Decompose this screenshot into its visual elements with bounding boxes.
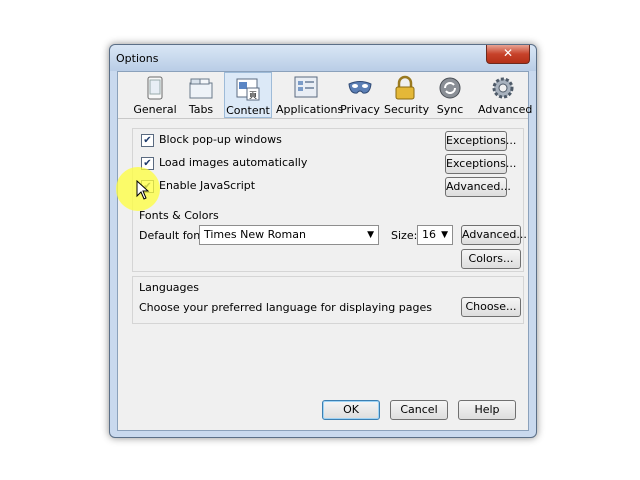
padlock-icon [395,75,415,100]
default-font-label: Default font: [139,229,209,242]
close-button[interactable]: ✕ [486,45,530,64]
window-title: Options [116,52,159,65]
enable-javascript-row: ✔ Enable JavaScript [141,179,441,195]
ok-button[interactable]: OK [322,400,380,420]
block-popups-label[interactable]: Block pop-up windows [159,133,282,146]
tabs-icon [189,78,213,99]
size-label: Size: [391,229,418,242]
block-popups-checkbox[interactable]: ✔ [141,134,154,147]
sync-icon [439,77,461,99]
applications-icon [294,76,318,98]
block-popups-row: ✔ Block pop-up windows [141,133,441,149]
tab-sync-label: Sync [436,103,464,116]
general-icon [147,76,163,100]
tab-advanced[interactable]: Advanced [478,72,533,118]
languages-heading: Languages [139,281,200,294]
chevron-down-icon: ▼ [367,230,374,240]
tab-general-label: General [133,103,177,116]
tab-tabs[interactable]: Tabs [180,72,222,118]
options-toolbar: General Tabs 頁 Content Applications Priv… [118,72,533,119]
load-images-row: ✔ Load images automatically [141,156,441,172]
default-font-value: Times New Roman [204,228,306,241]
tab-content[interactable]: 頁 Content [224,72,272,118]
tab-general[interactable]: General [126,72,184,118]
gear-icon [492,77,514,99]
dialog-client-area: General Tabs 頁 Content Applications Priv… [117,71,533,431]
enable-javascript-label[interactable]: Enable JavaScript [159,179,255,192]
tab-privacy[interactable]: Privacy [340,72,380,118]
font-size-value: 16 [422,228,436,241]
tab-applications-label: Applications [276,103,344,116]
tab-sync[interactable]: Sync [432,72,468,118]
fonts-colors-heading: Fonts & Colors [139,209,219,222]
font-size-select[interactable]: 16 ▼ [417,225,453,245]
tab-security[interactable]: Security [384,72,430,118]
title-bar[interactable]: Options ✕ [110,45,536,71]
privacy-mask-icon [348,81,372,94]
options-dialog: Options ✕ General Tabs 頁 Content Applica… [109,44,537,438]
chevron-down-icon: ▼ [441,230,448,240]
popup-exceptions-button[interactable]: Exceptions... [445,131,516,151]
load-images-label[interactable]: Load images automatically [159,156,307,169]
tab-advanced-label: Advanced [478,103,533,116]
languages-group: Languages Choose your preferred language… [132,276,524,324]
fonts-advanced-button[interactable]: Advanced... [461,225,527,245]
content-settings-group: ✔ Block pop-up windows Exceptions... ✔ L… [132,128,527,272]
choose-language-button[interactable]: Choose... [461,297,521,317]
mouse-pointer-icon [136,180,150,200]
languages-description: Choose your preferred language for displ… [139,301,432,314]
javascript-advanced-button[interactable]: Advanced... [445,177,511,197]
colors-button[interactable]: Colors... [461,249,521,269]
tab-applications[interactable]: Applications [276,72,344,118]
default-font-select[interactable]: Times New Roman ▼ [199,225,379,245]
help-button[interactable]: Help [458,400,516,420]
tab-tabs-label: Tabs [188,103,214,116]
svg-text:頁: 頁 [249,91,257,100]
cancel-button[interactable]: Cancel [390,400,448,420]
image-exceptions-button[interactable]: Exceptions... [445,154,516,174]
tab-privacy-label: Privacy [340,103,380,116]
content-icon: 頁 [236,78,260,101]
tab-content-label: Content [226,104,270,117]
tab-security-label: Security [384,103,430,116]
